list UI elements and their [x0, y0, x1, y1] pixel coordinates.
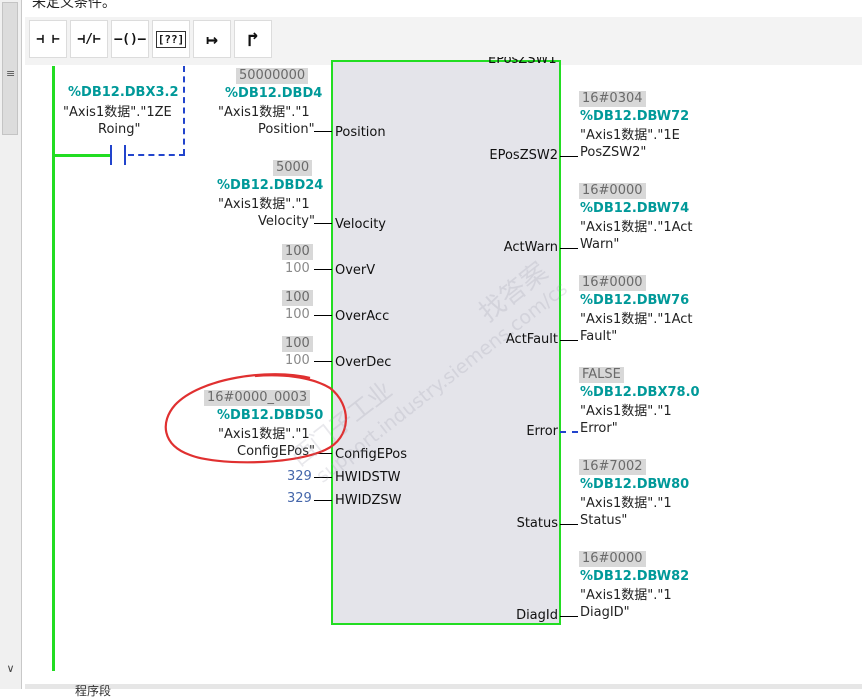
- block-top-pin-partial: EPosZSW1: [488, 57, 557, 67]
- scrollbar-grip-icon: ≡: [6, 67, 16, 80]
- input-address: %DB12.DBD24: [217, 178, 324, 193]
- contact-symbol: "Axis1数据"."1ZE: [63, 105, 172, 120]
- input-value: 5000: [273, 160, 313, 176]
- pin-overacc: OverAcc: [335, 309, 390, 324]
- input-value: 100: [282, 290, 313, 306]
- contact-address: %DB12.DBX3.2: [68, 85, 179, 100]
- output-symbol: "Axis1数据"."1Act: [580, 312, 693, 327]
- input-constant: 100: [285, 353, 310, 368]
- output-symbol-cont: PosZSW2": [580, 145, 647, 160]
- pin-wire: [560, 248, 578, 249]
- output-address: %DB12.DBX78.0: [580, 385, 700, 400]
- nc-contact-icon: ⊣/⊢: [77, 31, 101, 47]
- output-address: %DB12.DBW72: [580, 109, 690, 124]
- nc-contact-button[interactable]: ⊣/⊢: [70, 20, 108, 58]
- input-constant: 100: [285, 261, 310, 276]
- open-branch-button[interactable]: ↦: [193, 20, 231, 58]
- output-symbol-cont: Status": [580, 513, 628, 528]
- output-address: %DB12.DBW82: [580, 569, 690, 584]
- output-address: %DB12.DBW74: [580, 201, 690, 216]
- input-value: 50000000: [236, 68, 309, 84]
- output-value: 16#0000: [579, 551, 646, 567]
- input-value: 100: [282, 244, 313, 260]
- output-value: FALSE: [579, 367, 624, 383]
- empty-box-icon: [??]: [155, 30, 187, 48]
- pin-wire: [560, 156, 578, 157]
- output-symbol: "Axis1数据"."1E: [580, 128, 680, 143]
- dashed-branch-wire: [183, 66, 185, 155]
- pin-error: Error: [526, 424, 558, 439]
- pin-overv: OverV: [335, 263, 376, 278]
- pin-wire: [314, 315, 332, 316]
- ladder-toolbar: ⊣ ⊢ ⊣/⊢ –()– [??] ↦ ↱: [25, 17, 862, 65]
- pin-position: Position: [335, 125, 386, 140]
- pin-wire: [314, 361, 332, 362]
- output-symbol-cont: Fault": [580, 329, 618, 344]
- empty-box-button[interactable]: [??]: [152, 20, 190, 58]
- partial-footer-text: 程序段: [75, 684, 112, 698]
- coil-icon: –()–: [114, 31, 146, 47]
- pin-diagid: DiagId: [516, 608, 558, 623]
- output-address: %DB12.DBW80: [580, 477, 690, 492]
- output-symbol: "Axis1数据"."1: [580, 588, 672, 603]
- output-symbol-cont: Error": [580, 421, 618, 436]
- pin-wire: [314, 223, 332, 224]
- pin-status: Status: [516, 516, 558, 531]
- pin-wire: [314, 500, 332, 501]
- pin-velocity: Velocity: [335, 217, 386, 232]
- branch-close-icon: ↱: [246, 27, 260, 51]
- scroll-down-arrow-icon[interactable]: ∨: [3, 662, 18, 676]
- input-value: 100: [282, 336, 313, 352]
- dashed-pin-wire: [560, 431, 578, 433]
- input-constant: 329: [287, 491, 312, 506]
- close-branch-button[interactable]: ↱: [234, 20, 272, 58]
- output-value: 16#7002: [579, 459, 646, 475]
- no-contact-icon: ⊣ ⊢: [36, 31, 60, 47]
- dashed-wire: [128, 154, 185, 156]
- output-symbol-cont: DiagID": [580, 605, 630, 620]
- partial-header-text: 未定义条件。: [32, 0, 116, 11]
- pin-actwarn: ActWarn: [503, 240, 558, 255]
- input-constant: 100: [285, 307, 310, 322]
- pin-wire: [560, 524, 578, 525]
- input-symbol: "Axis1数据"."1: [218, 105, 310, 120]
- pin-hwidzsw: HWIDZSW: [335, 493, 402, 508]
- rung-wire: [52, 154, 110, 157]
- output-value: 16#0000: [579, 183, 646, 199]
- input-symbol-cont: Velocity": [258, 214, 315, 229]
- output-value: 16#0304: [579, 91, 646, 107]
- pin-wire: [314, 269, 332, 270]
- contact-symbol-cont: Roing": [98, 122, 141, 137]
- bottom-bar: [25, 684, 862, 689]
- output-symbol-cont: Warn": [580, 237, 620, 252]
- pin-wire: [560, 340, 578, 341]
- coil-button[interactable]: –()–: [111, 20, 149, 58]
- branch-open-icon: ↦: [205, 27, 219, 51]
- output-symbol: "Axis1数据"."1: [580, 496, 672, 511]
- no-contact[interactable]: [108, 145, 128, 165]
- input-symbol-cont: Position": [258, 122, 315, 137]
- output-symbol: "Axis1数据"."1: [580, 404, 672, 419]
- input-symbol: "Axis1数据"."1: [218, 197, 310, 212]
- pin-eposzsw2: EPosZSW2: [489, 148, 558, 163]
- output-symbol: "Axis1数据"."1Act: [580, 220, 693, 235]
- pin-wire: [560, 616, 578, 617]
- pin-overdec: OverDec: [335, 355, 392, 370]
- output-value: 16#0000: [579, 275, 646, 291]
- input-address: %DB12.DBD4: [225, 86, 323, 101]
- output-address: %DB12.DBW76: [580, 293, 690, 308]
- pin-wire: [314, 131, 332, 132]
- no-contact-button[interactable]: ⊣ ⊢: [29, 20, 67, 58]
